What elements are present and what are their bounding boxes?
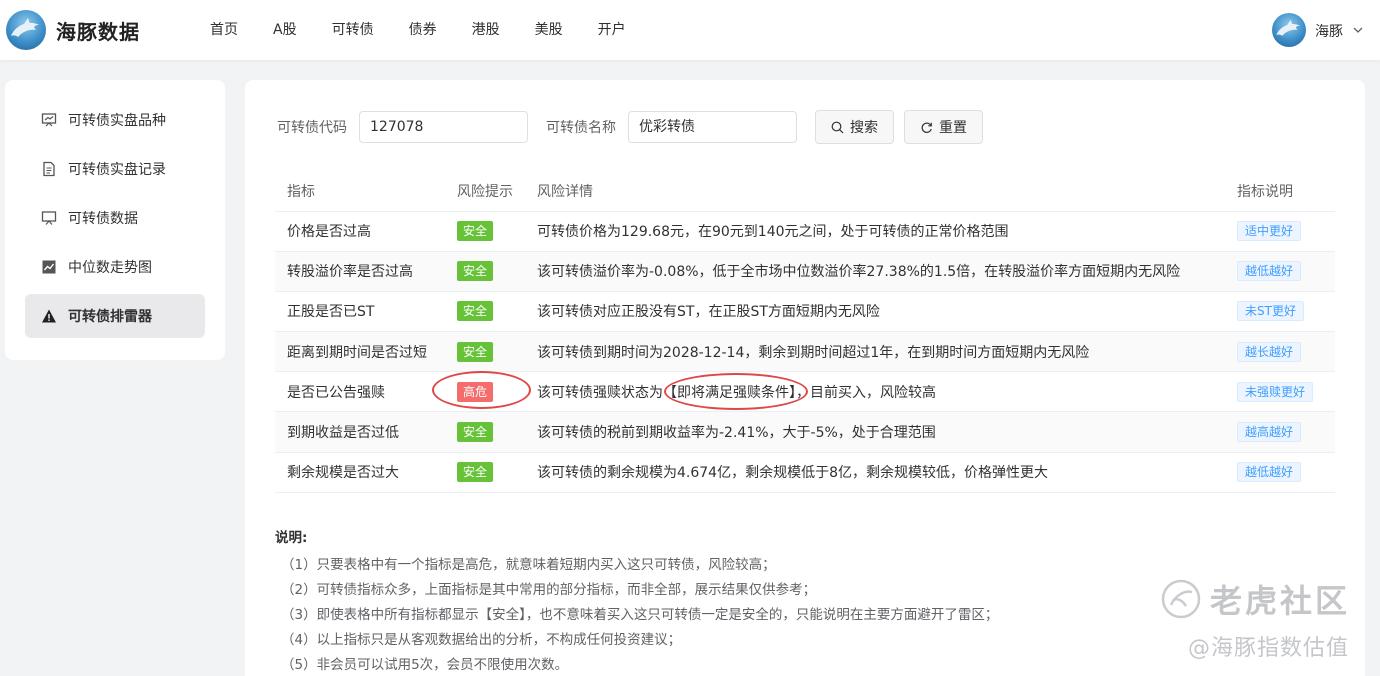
sidebar-item-label: 可转债实盘记录: [68, 162, 166, 178]
note-tag: 越长越好: [1237, 341, 1302, 362]
detail-cell: 可转债价格为129.68元，在90元到140元之间，处于可转债的正常价格范围: [525, 211, 1225, 252]
search-icon: [831, 121, 844, 134]
sidebar-item-risk-scanner[interactable]: 可转债排雷器: [25, 294, 205, 338]
risk-badge-safe: 安全: [457, 422, 494, 443]
note-tag: 越低越好: [1237, 261, 1302, 282]
nav-open-account[interactable]: 开户: [584, 0, 640, 60]
indicator-cell: 价格是否过高: [275, 211, 445, 252]
col-header-note: 指标说明: [1225, 172, 1335, 212]
risk-badge-danger: 高危: [457, 381, 494, 402]
table-header-row: 指标 风险提示 风险详情 指标说明: [275, 172, 1335, 212]
screen-icon: [40, 209, 58, 227]
risk-badge-safe: 安全: [457, 301, 494, 322]
reset-button[interactable]: 重置: [904, 110, 983, 144]
risk-badge-safe: 安全: [457, 462, 494, 483]
username[interactable]: 海豚: [1315, 21, 1343, 41]
reset-button-label: 重置: [939, 120, 967, 136]
document-icon: [40, 160, 58, 178]
top-bar: 海豚数据 首页 A股 可转债 债券 港股 美股 开户 海豚: [0, 0, 1380, 60]
nav-convertible-bond[interactable]: 可转债: [318, 0, 388, 60]
notes-title: 说明:: [275, 530, 308, 546]
detail-cell: 该可转债的税前到期收益率为-2.41%，大于-5%，处于合理范围: [525, 411, 1225, 453]
note-tag: 越低越好: [1237, 462, 1302, 483]
indicator-cell: 剩余规模是否过大: [275, 452, 445, 493]
detail-cell: 该可转债强赎状态为【即将满足强赎条件】，目前买入，风险较高: [525, 371, 1225, 413]
refresh-icon: [920, 121, 933, 134]
user-avatar[interactable]: [1272, 13, 1306, 47]
sidebar-item-realtime-records[interactable]: 可转债实盘记录: [25, 147, 205, 191]
bond-code-input[interactable]: 127078: [359, 111, 528, 143]
dolphin-logo[interactable]: [6, 10, 46, 50]
detail-cell: 该可转债的剩余规模为4.674亿，剩余规模低于8亿，剩余规模较低，价格弹性更大: [525, 452, 1225, 493]
risk-table: 指标 风险提示 风险详情 指标说明 价格是否过高 安全 可转债价格为129.68…: [275, 172, 1335, 493]
chevron-down-icon[interactable]: [1352, 24, 1364, 36]
risk-badge-safe: 安全: [457, 221, 494, 242]
sidebar-item-bond-data[interactable]: 可转债数据: [25, 196, 205, 240]
note-line: （4）以上指标只是从客观数据给出的分析，不构成任何投资建议；: [281, 632, 682, 648]
sidebar-item-label: 可转债排雷器: [68, 309, 152, 325]
col-header-indicator: 指标: [275, 172, 445, 212]
note-tag: 越高越好: [1237, 422, 1302, 443]
detail-cell: 该可转债溢价率为-0.08%，低于全市场中位数溢价率27.38%的1.5倍，在转…: [525, 251, 1225, 292]
table-row: 价格是否过高 安全 可转债价格为129.68元，在90元到140元之间，处于可转…: [275, 211, 1335, 252]
nav-us-stock[interactable]: 美股: [521, 0, 577, 60]
indicator-cell: 正股是否已ST: [275, 291, 445, 333]
note-line: （1）只要表格中有一个指标是高危，就意味着短期内买入这只可转债，风险较高；: [281, 557, 776, 573]
sidebar: 可转债实盘品种 可转债实盘记录 可转债数据 中位数走势图 可转债排雷器: [5, 80, 225, 360]
note-line: （2）可转债指标众多，上面指标是其中常用的部分指标，而非全部，展示结果仅供参考；: [281, 582, 817, 598]
watermark-community: 老虎社区: [1160, 576, 1350, 622]
sidebar-item-label: 可转债实盘品种: [68, 113, 166, 129]
notes-section: 说明: （1）只要表格中有一个指标是高危，就意味着短期内买入这只可转债，风险较高…: [275, 526, 998, 676]
sidebar-item-realtime-varieties[interactable]: 可转债实盘品种: [25, 98, 205, 142]
warning-icon: [40, 307, 58, 325]
risk-badge-safe: 安全: [457, 341, 494, 362]
search-form: 可转债代码 127078 可转债名称 优彩转债 搜索 重置: [277, 110, 993, 144]
detail-cell: 该可转债对应正股没有ST，在正股ST方面短期内无风险: [525, 291, 1225, 333]
search-button[interactable]: 搜索: [815, 110, 894, 144]
col-header-risk: 风险提示: [445, 172, 525, 212]
risk-badge-safe: 安全: [457, 261, 494, 282]
indicator-cell: 转股溢价率是否过高: [275, 251, 445, 292]
table-row: 正股是否已ST 安全 该可转债对应正股没有ST，在正股ST方面短期内无风险 未S…: [275, 291, 1335, 333]
bond-name-input[interactable]: 优彩转债: [628, 111, 797, 143]
table-row: 距离到期时间是否过短 安全 该可转债到期时间为2028-12-14，剩余到期时间…: [275, 331, 1335, 373]
tiger-logo-icon: [1161, 579, 1201, 619]
indicator-cell: 是否已公告强赎: [275, 371, 445, 413]
table-row: 转股溢价率是否过高 安全 该可转债溢价率为-0.08%，低于全市场中位数溢价率2…: [275, 251, 1335, 292]
col-header-detail: 风险详情: [525, 172, 1225, 212]
indicator-cell: 距离到期时间是否过短: [275, 331, 445, 373]
watermark-author: @海豚指数估值: [1188, 636, 1350, 661]
nav-bond[interactable]: 债券: [395, 0, 451, 60]
note-tag: 未ST更好: [1237, 301, 1304, 322]
presentation-chart-icon: [40, 111, 58, 129]
note-line: （5）非会员可以试用5次，会员不限使用次数。: [281, 657, 569, 673]
table-row: 剩余规模是否过大 安全 该可转债的剩余规模为4.674亿，剩余规模低于8亿，剩余…: [275, 452, 1335, 493]
line-chart-icon: [40, 258, 58, 276]
table-row: 到期收益是否过低 安全 该可转债的税前到期收益率为-2.41%，大于-5%，处于…: [275, 411, 1335, 453]
nav-home[interactable]: 首页: [196, 0, 252, 60]
table-row: 是否已公告强赎 高危 该可转债强赎状态为【即将满足强赎条件】，目前买入，风险较高…: [275, 371, 1335, 413]
detail-cell: 该可转债到期时间为2028-12-14，剩余到期时间超过1年，在到期时间方面短期…: [525, 331, 1225, 373]
sidebar-item-label: 可转债数据: [68, 211, 138, 227]
nav-hk-stock[interactable]: 港股: [458, 0, 514, 60]
sidebar-item-label: 中位数走势图: [68, 260, 152, 276]
bond-name-label: 可转债名称: [546, 120, 616, 136]
note-tag: 适中更好: [1237, 221, 1302, 242]
sidebar-item-median-trend[interactable]: 中位数走势图: [25, 245, 205, 289]
note-tag: 未强赎更好: [1237, 381, 1314, 402]
brand-name[interactable]: 海豚数据: [56, 16, 140, 45]
note-line: （3）即使表格中所有指标都显示【安全】，也不意味着买入这只可转债一定是安全的，只…: [281, 607, 999, 623]
search-button-label: 搜索: [850, 120, 878, 136]
watermark-text: 老虎社区: [1210, 582, 1351, 620]
bond-code-label: 可转债代码: [277, 120, 347, 136]
nav-a-share[interactable]: A股: [259, 0, 311, 60]
indicator-cell: 到期收益是否过低: [275, 411, 445, 453]
main-nav: 首页 A股 可转债 债券 港股 美股 开户: [196, 0, 647, 60]
